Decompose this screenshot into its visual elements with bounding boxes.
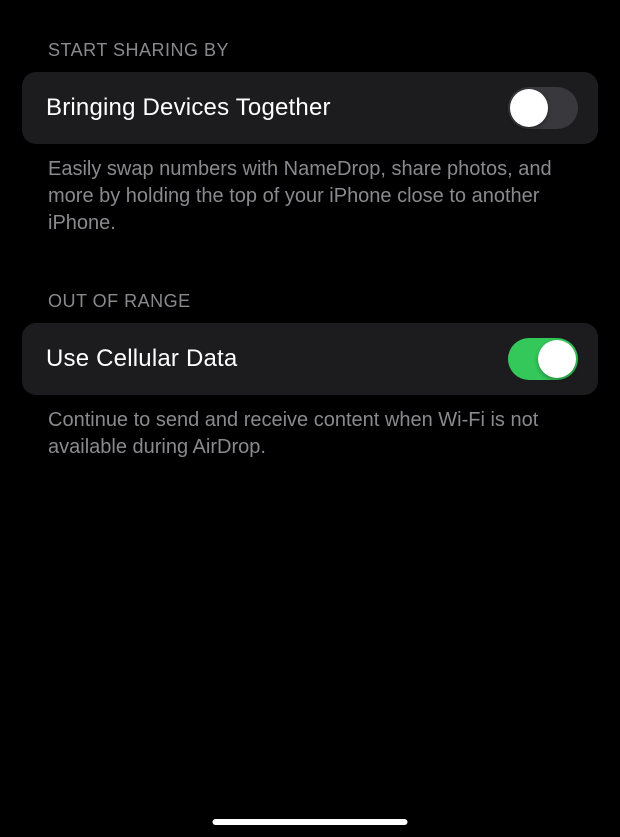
toggle-knob <box>538 340 576 378</box>
cell-label: Use Cellular Data <box>46 345 237 373</box>
cell-bringing-devices-together[interactable]: Bringing Devices Together <box>22 72 598 144</box>
toggle-knob <box>510 89 548 127</box>
home-indicator[interactable] <box>213 819 408 825</box>
cell-label: Bringing Devices Together <box>46 94 331 122</box>
toggle-bringing-devices-together[interactable] <box>508 87 578 129</box>
settings-list: START SHARING BY Bringing Devices Togeth… <box>0 0 620 461</box>
section-gap <box>22 237 598 291</box>
section-header-start-sharing: START SHARING BY <box>48 40 598 61</box>
toggle-use-cellular-data[interactable] <box>508 338 578 380</box>
section-footer-out-of-range: Continue to send and receive content whe… <box>48 407 572 461</box>
section-footer-start-sharing: Easily swap numbers with NameDrop, share… <box>48 156 572 237</box>
section-header-out-of-range: OUT OF RANGE <box>48 291 598 312</box>
cell-use-cellular-data[interactable]: Use Cellular Data <box>22 323 598 395</box>
